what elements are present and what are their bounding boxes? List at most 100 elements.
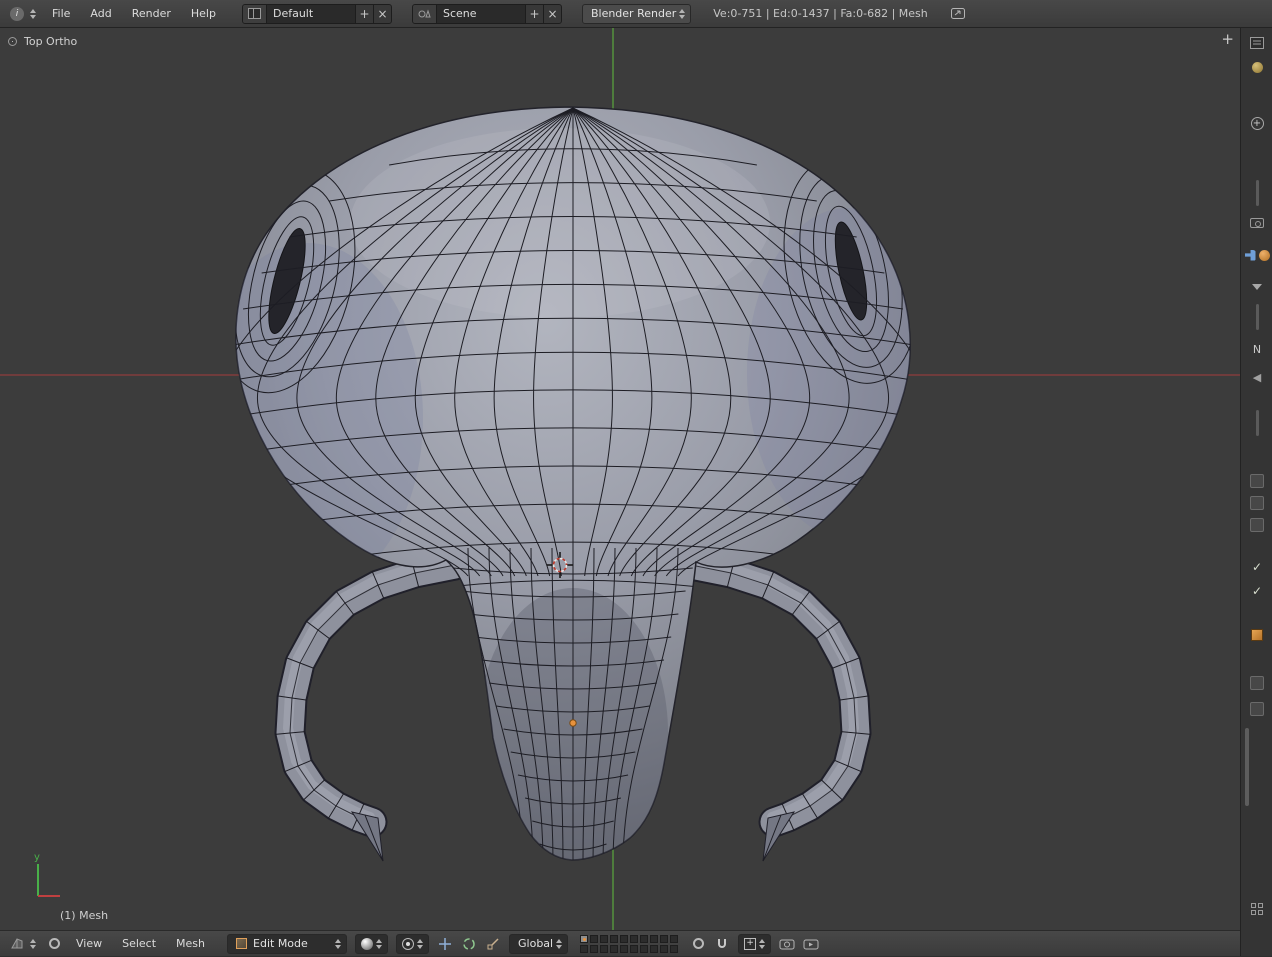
layer-toggle[interactable] [590, 945, 598, 953]
layer-toggle[interactable] [620, 945, 628, 953]
layer-toggle[interactable] [600, 935, 608, 943]
chevron-updown-icon [556, 939, 562, 949]
layer-toggle[interactable] [610, 945, 618, 953]
viewport-column: Top Ortho + y (1) Mesh [0, 28, 1240, 956]
blender-window: i File Add Render Help + × [0, 0, 1272, 956]
viewport-header: View Select Mesh Edit Mode [0, 930, 1240, 956]
panel-button[interactable] [1241, 472, 1272, 490]
translate-icon [438, 937, 452, 951]
main-area: Top Ortho + y (1) Mesh [0, 28, 1272, 956]
layer-toggle[interactable] [590, 935, 598, 943]
menu-mesh[interactable]: Mesh [168, 931, 213, 957]
orientation-value: Global [518, 937, 553, 950]
scrollbar[interactable] [1241, 308, 1272, 326]
render-animation-button[interactable] [801, 934, 821, 954]
viewport-shading-select[interactable] [355, 934, 388, 954]
render-animation-icon [803, 938, 819, 950]
editor-type-button[interactable]: i [6, 5, 40, 23]
render-engine-value: Blender Render [591, 7, 676, 20]
pivot-point-select[interactable] [396, 934, 429, 954]
scene-stats: Ve:0-751 | Ed:0-1437 | Fa:0-682 | Mesh [713, 7, 928, 20]
layers-widget[interactable] [580, 935, 678, 953]
checkbox-checked-icon[interactable]: ✓ [1241, 558, 1272, 576]
add-layout-button[interactable]: + [355, 5, 373, 23]
layer-toggle[interactable] [640, 945, 648, 953]
add-scene-button[interactable]: + [525, 5, 543, 23]
panel-button[interactable] [1241, 674, 1272, 692]
menu-view[interactable]: View [68, 931, 110, 957]
menu-add[interactable]: Add [82, 1, 119, 27]
monitor-icon [950, 7, 966, 20]
scrollbar[interactable] [1241, 414, 1272, 432]
panel-button[interactable] [1241, 516, 1272, 534]
menu-render[interactable]: Render [124, 1, 179, 27]
scene-icon[interactable] [413, 5, 437, 23]
mesh-data-icon[interactable] [1241, 626, 1272, 644]
orientation-select[interactable]: Global [509, 934, 568, 954]
camera-icon[interactable] [1241, 214, 1272, 232]
menu-help[interactable]: Help [183, 1, 224, 27]
material-icon[interactable] [1259, 250, 1270, 261]
layer-toggle[interactable] [650, 935, 658, 943]
layer-toggle[interactable] [660, 935, 668, 943]
layer-toggle[interactable] [670, 935, 678, 943]
grid-icon[interactable] [1241, 900, 1272, 918]
chevron-updown-icon [759, 939, 765, 949]
collapse-arrow-icon[interactable] [1241, 278, 1272, 296]
snap-increment-icon: + [744, 938, 756, 950]
layer-toggle[interactable] [600, 945, 608, 953]
fullscreen-toggle-button[interactable] [946, 5, 970, 22]
layer-toggle[interactable] [610, 935, 618, 943]
chevron-updown-icon [417, 939, 423, 949]
region-expand-button[interactable]: + [1221, 32, 1234, 47]
panel-button[interactable] [1241, 494, 1272, 512]
render-engine-select[interactable]: Blender Render [582, 4, 691, 24]
scene-glyph-icon [418, 8, 431, 19]
properties-panel[interactable]: + N ◀ ✓ ✓ [1240, 28, 1272, 956]
window-split-icon [248, 8, 261, 19]
layer-toggle[interactable] [660, 945, 668, 953]
layer-toggle[interactable] [580, 935, 588, 943]
checkbox-checked-icon[interactable]: ✓ [1241, 582, 1272, 600]
render-still-button[interactable] [777, 934, 797, 954]
manipulator-rotate-button[interactable] [459, 934, 479, 954]
screen-layout-icon[interactable] [243, 5, 267, 23]
manipulator-translate-button[interactable] [435, 934, 455, 954]
rotate-icon [462, 937, 476, 951]
proportional-edit-button[interactable] [688, 934, 708, 954]
layer-toggle[interactable] [630, 935, 638, 943]
editor-type-button[interactable] [6, 935, 40, 952]
plus-icon[interactable]: + [1241, 114, 1272, 132]
mode-select[interactable]: Edit Mode [227, 934, 347, 954]
header-options-icon[interactable] [44, 934, 64, 954]
remove-scene-button[interactable]: × [543, 5, 561, 23]
object-origin-dot [570, 720, 576, 726]
layer-toggle[interactable] [580, 945, 588, 953]
screen-layout-selector: + × [242, 4, 392, 24]
viewport-3d[interactable]: Top Ortho + y (1) Mesh [0, 28, 1240, 930]
remove-layout-button[interactable]: × [373, 5, 391, 23]
tool-icon[interactable] [1241, 58, 1272, 76]
panel-lines-icon [1250, 37, 1264, 49]
layer-toggle[interactable] [670, 945, 678, 953]
snap-magnet-button[interactable] [712, 934, 732, 954]
panel-button[interactable] [1241, 700, 1272, 718]
screen-layout-name-input[interactable] [267, 7, 355, 20]
magnet-icon [715, 937, 729, 951]
render-camera-icon [779, 938, 795, 950]
layer-toggle[interactable] [640, 935, 648, 943]
layer-toggle[interactable] [630, 945, 638, 953]
layer-toggle[interactable] [650, 945, 658, 953]
snap-element-select[interactable]: + [738, 934, 771, 954]
viewport-canvas[interactable] [0, 28, 1240, 930]
scene-name-input[interactable] [437, 7, 525, 20]
menu-select[interactable]: Select [114, 931, 164, 957]
wrench-icon[interactable] [1241, 246, 1272, 264]
scrollbar-handle[interactable] [1245, 728, 1249, 806]
info-editor-icon: i [10, 7, 24, 21]
manipulator-scale-button[interactable] [483, 934, 503, 954]
properties-editor-icon[interactable] [1241, 34, 1272, 52]
layer-toggle[interactable] [620, 935, 628, 943]
menu-file[interactable]: File [44, 1, 78, 27]
left-arrow-icon[interactable]: ◀ [1241, 368, 1272, 386]
